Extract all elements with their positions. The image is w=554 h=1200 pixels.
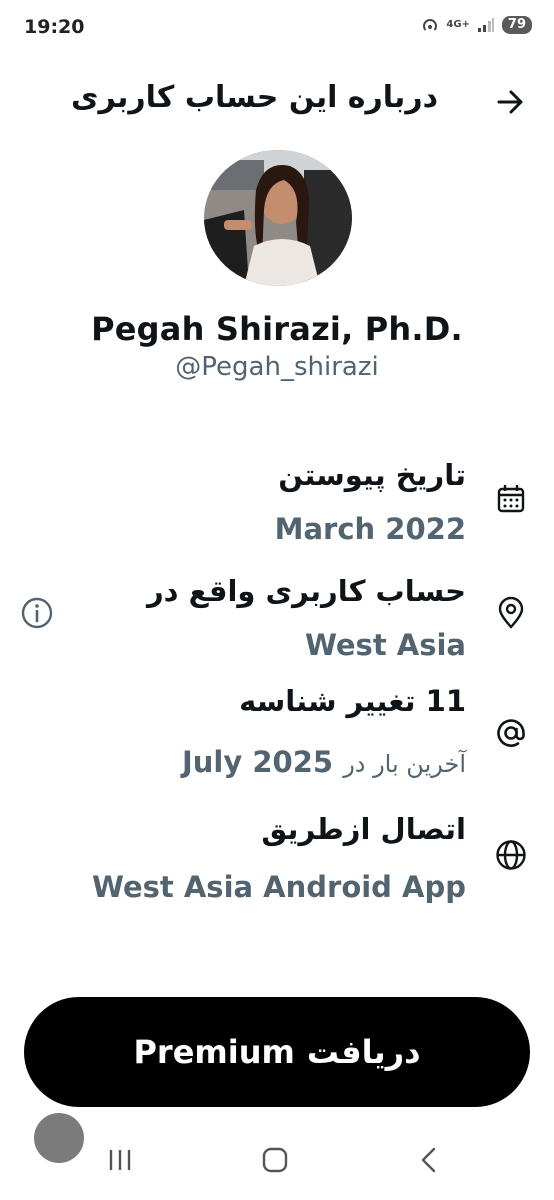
handle-last-changed: آخرین بار در July 2025 xyxy=(182,745,466,779)
status-indicators: 4G+ 79 xyxy=(421,16,532,34)
connected-via-label: اتصال ازطریق xyxy=(261,812,466,846)
handle-changes-count: 11 xyxy=(425,684,466,718)
recent-apps-icon[interactable] xyxy=(100,1140,140,1180)
location-pin-icon xyxy=(494,596,528,630)
handle-changes-label: 11 تغییر شناسه xyxy=(239,684,466,718)
joined-label: تاریخ پیوستن xyxy=(278,458,466,492)
signal-icon xyxy=(477,17,495,33)
avatar[interactable] xyxy=(204,150,352,286)
info-icon[interactable] xyxy=(20,596,54,630)
profile-handle: @Pegah_shirazi xyxy=(175,352,379,382)
handle-last-prefix: آخرین بار در xyxy=(343,750,466,778)
home-icon[interactable] xyxy=(255,1140,295,1180)
premium-prefix: دریافت xyxy=(306,1033,421,1071)
status-time: 19:20 xyxy=(24,16,85,38)
display-name: Pegah Shirazi, Ph.D. xyxy=(91,310,463,348)
page-title: درباره این حساب کاربری xyxy=(70,80,438,115)
floating-assistive-button[interactable] xyxy=(34,1113,84,1163)
at-icon xyxy=(494,716,528,750)
location-value: West Asia xyxy=(304,628,466,662)
premium-label: Premium xyxy=(133,1033,295,1071)
back-nav-icon[interactable] xyxy=(410,1140,450,1180)
connected-via-value: West Asia Android App xyxy=(92,870,466,904)
battery-indicator: 79 xyxy=(501,16,532,34)
calendar-icon xyxy=(494,482,528,516)
joined-value: March 2022 xyxy=(274,512,466,546)
location-label: حساب کاربری واقع در xyxy=(146,574,466,608)
get-premium-button[interactable]: Premium دریافت xyxy=(24,997,530,1107)
network-type: 4G+ xyxy=(446,19,470,30)
hotspot-icon xyxy=(421,16,439,34)
arrow-right-icon[interactable] xyxy=(492,84,528,120)
handle-last-date: July 2025 xyxy=(181,745,334,779)
status-bar: 19:20 4G+ 79 xyxy=(0,0,554,58)
handle-changes-title: تغییر شناسه xyxy=(239,684,416,718)
globe-icon xyxy=(494,838,528,872)
